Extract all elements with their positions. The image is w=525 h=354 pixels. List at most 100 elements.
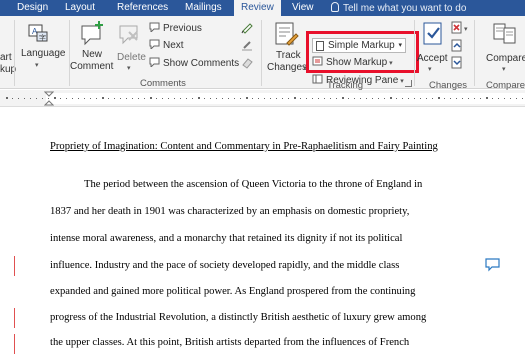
ruler-tick — [126, 98, 127, 99]
tab-design[interactable]: Design — [17, 2, 48, 14]
horizontal-ruler[interactable] — [0, 90, 525, 107]
ruler-tick — [498, 98, 499, 99]
language-label: Language — [21, 48, 66, 59]
next-label: Next — [163, 40, 184, 51]
ruler-tick — [480, 98, 481, 99]
show-comments-label: Show Comments — [163, 58, 240, 69]
reject-change-icon[interactable]: ▾ — [451, 21, 473, 35]
ruler-tick — [6, 97, 8, 99]
ruler-tick — [318, 98, 319, 99]
next-comment-button[interactable]: Next — [149, 39, 184, 52]
ruler-tick — [96, 98, 97, 99]
change-bar[interactable] — [14, 334, 15, 354]
tab-layout[interactable]: Layout — [65, 2, 95, 14]
reviewing-pane-icon — [312, 74, 323, 84]
ruler-tick — [108, 98, 109, 99]
ruler-tick — [426, 98, 427, 99]
ruler-tick — [24, 98, 25, 99]
ruler-tick — [120, 98, 121, 99]
show-comments-button[interactable]: Show Comments — [149, 57, 239, 70]
ruler-tick — [288, 98, 289, 99]
new-comment-label-2: Comment — [70, 61, 114, 72]
ruler-tick — [12, 98, 13, 99]
ruler-tick — [312, 98, 313, 99]
compare-label: Compare — [486, 53, 525, 64]
new-comment-icon — [81, 21, 103, 46]
next-change-icon[interactable] — [451, 56, 465, 70]
track-changes-label-1: Track — [276, 50, 301, 61]
delete-comment-icon — [119, 25, 138, 45]
change-bar[interactable] — [14, 256, 15, 276]
ruler-tick — [174, 98, 175, 99]
chevron-down-icon: ▾ — [35, 62, 39, 69]
separator — [414, 20, 415, 86]
ruler-tick — [240, 98, 241, 99]
ruler-tick — [234, 98, 235, 99]
change-bar[interactable] — [14, 308, 15, 328]
tab-mailings[interactable]: Mailings — [185, 2, 222, 14]
new-comment-label-1: New — [82, 49, 103, 60]
svg-text:字: 字 — [39, 33, 46, 42]
ruler-tick — [300, 98, 301, 99]
ruler-tick — [468, 98, 469, 99]
ruler-tick — [306, 98, 307, 99]
ruler-tick — [522, 98, 523, 99]
chevron-down-icon: ▾ — [428, 66, 432, 73]
ruler-tick — [282, 98, 283, 99]
eraser-icon[interactable] — [240, 55, 254, 69]
ink-comment-icon[interactable] — [240, 20, 254, 34]
ruler-tick — [438, 97, 440, 99]
ruler-tick — [156, 98, 157, 99]
track-changes-icon — [275, 22, 299, 46]
ruler-tick — [474, 98, 475, 99]
ribbon: art kup A 字 Language ▾ New Comment Delet… — [0, 16, 525, 91]
ruler-tick — [294, 97, 296, 99]
ruler-tick — [258, 98, 259, 99]
tab-view[interactable]: View — [292, 2, 314, 14]
previous-change-icon[interactable] — [451, 39, 465, 53]
ruler-tick — [114, 98, 115, 99]
tell-me-text: Tell me what you want to do — [343, 3, 467, 14]
ruler-tick — [216, 98, 217, 99]
tell-me-search[interactable]: Tell me what you want to do — [331, 2, 466, 14]
pen-icon[interactable] — [240, 38, 254, 52]
ruler-tick — [372, 98, 373, 99]
tab-references[interactable]: References — [117, 2, 168, 14]
ruler-tick — [60, 98, 61, 99]
ruler-tick — [384, 98, 385, 99]
chevron-down-icon: ▾ — [502, 66, 506, 73]
ruler-tick — [222, 98, 223, 99]
ruler-tick — [402, 98, 403, 99]
indent-marker-icon[interactable] — [44, 90, 54, 107]
paragraph-line-2: 1837 and her death in 1901 was character… — [50, 206, 410, 217]
previous-label: Previous — [163, 23, 202, 34]
ruler-tick — [366, 98, 367, 99]
ruler-tick — [78, 98, 79, 99]
document-page[interactable]: Propriety of Imagination: Content and Co… — [0, 108, 525, 354]
ruler-tick — [420, 98, 421, 99]
ruler-tick — [204, 98, 205, 99]
tracking-dialog-launcher-icon[interactable] — [405, 80, 412, 87]
ruler-tick — [42, 98, 43, 99]
language-icon: A 字 — [28, 24, 48, 42]
ruler-tick — [84, 98, 85, 99]
ruler-tick — [72, 98, 73, 99]
ruler-tick — [450, 98, 451, 99]
ruler-tick — [264, 98, 265, 99]
separator — [261, 20, 262, 86]
tab-review[interactable]: Review — [234, 0, 281, 17]
previous-comment-button[interactable]: Previous — [149, 22, 202, 35]
comment-balloon-icon[interactable] — [485, 258, 501, 272]
ruler-tick — [396, 98, 397, 99]
separator — [474, 20, 475, 86]
ruler-tick — [132, 98, 133, 99]
ruler-tick — [66, 98, 67, 99]
ruler-tick — [456, 98, 457, 99]
ruler-tick — [102, 97, 104, 99]
separator — [14, 20, 15, 86]
ruler-tick — [198, 97, 200, 99]
ruler-tick — [18, 98, 19, 99]
paragraph-line-7: the upper classes. At this point, Britis… — [50, 337, 410, 348]
document-title: Propriety of Imagination: Content and Co… — [50, 141, 438, 152]
chevron-down-icon: ▾ — [127, 65, 131, 72]
